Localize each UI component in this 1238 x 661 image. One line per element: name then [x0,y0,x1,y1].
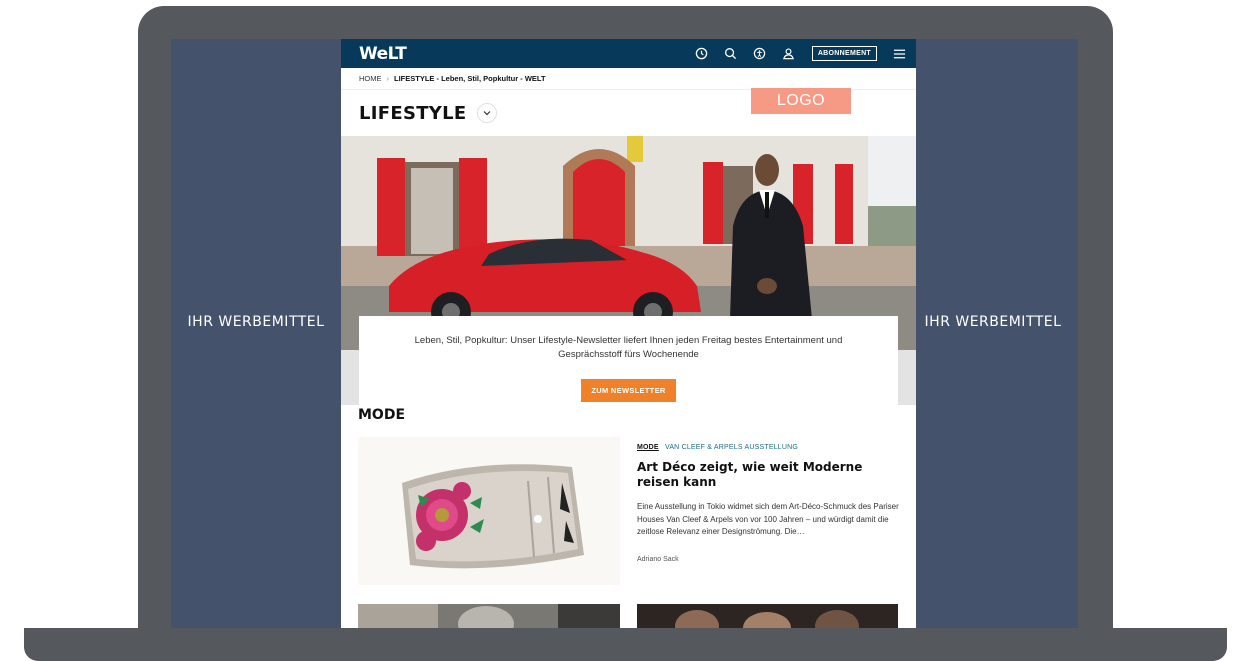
logo-placeholder: LOGO [751,88,851,114]
article-thumbnails [358,604,898,628]
breadcrumb-current: LIFESTYLE - Leben, Stil, Popkultur - WEL… [394,74,546,83]
article-teaser[interactable]: MODE VAN CLEEF & ARPELS AUSSTELLUNG Art … [358,437,899,587]
article-kicker-text[interactable]: VAN CLEEF & ARPELS AUSSTELLUNG [665,444,798,451]
search-icon[interactable] [724,47,738,61]
clock-icon[interactable] [695,47,709,61]
article-author: Adriano Sack [637,555,679,563]
page-title: LIFESTYLE [359,102,467,124]
ad-slot-left[interactable]: IHR WERBEMITTEL [171,313,341,332]
chevron-right-icon: › [386,74,390,83]
header-actions: ABONNEMENT [680,46,906,61]
article-tag[interactable]: MODE [637,444,659,451]
article-image[interactable] [358,437,620,585]
newsletter-text: Leben, Stil, Popkultur: Unser Lifestyle-… [414,335,843,360]
subscribe-button[interactable]: ABONNEMENT [811,46,877,61]
article-thumbnail-right[interactable] [637,604,898,628]
section-header: LIFESTYLE LOGO [341,88,916,136]
website: WeLT ABONNEMENT HOME › LIFESTYLE - Leben… [341,39,916,628]
user-icon[interactable] [782,47,796,61]
laptop-base [24,628,1227,661]
article-headline[interactable]: Art Déco zeigt, wie weit Moderne reisen … [637,460,899,490]
welt-logo[interactable]: WeLT [359,44,407,64]
site-header: WeLT ABONNEMENT [341,39,916,68]
breadcrumb: HOME › LIFESTYLE - Leben, Stil, Popkultu… [341,68,916,90]
mode-section-title: MODE [358,407,406,423]
article-kicker: MODE VAN CLEEF & ARPELS AUSSTELLUNG [637,444,899,451]
ad-label: IHR WERBEMITTEL [187,314,325,330]
ad-label: IHR WERBEMITTEL [924,314,1062,330]
newsletter-button[interactable]: ZUM NEWSLETTER [581,379,676,402]
article-thumbnail-left[interactable] [358,604,620,628]
chevron-down-icon [483,111,490,116]
accessibility-icon[interactable] [753,47,767,61]
newsletter-teaser: Leben, Stil, Popkultur: Unser Lifestyle-… [359,316,898,405]
laptop-screen: IHR WERBEMITTEL IHR WERBEMITTEL WeLT ABO [171,39,1078,628]
breadcrumb-home[interactable]: HOME [359,74,382,83]
article-teaser-text: Eine Ausstellung in Tokio widmet sich de… [637,502,899,536]
ad-slot-right[interactable]: IHR WERBEMITTEL [908,313,1078,332]
section-dropdown-button[interactable] [476,103,497,123]
article-body: MODE VAN CLEEF & ARPELS AUSSTELLUNG Art … [637,444,899,563]
menu-icon[interactable] [892,47,906,61]
logo-placeholder-label: LOGO [776,92,826,109]
